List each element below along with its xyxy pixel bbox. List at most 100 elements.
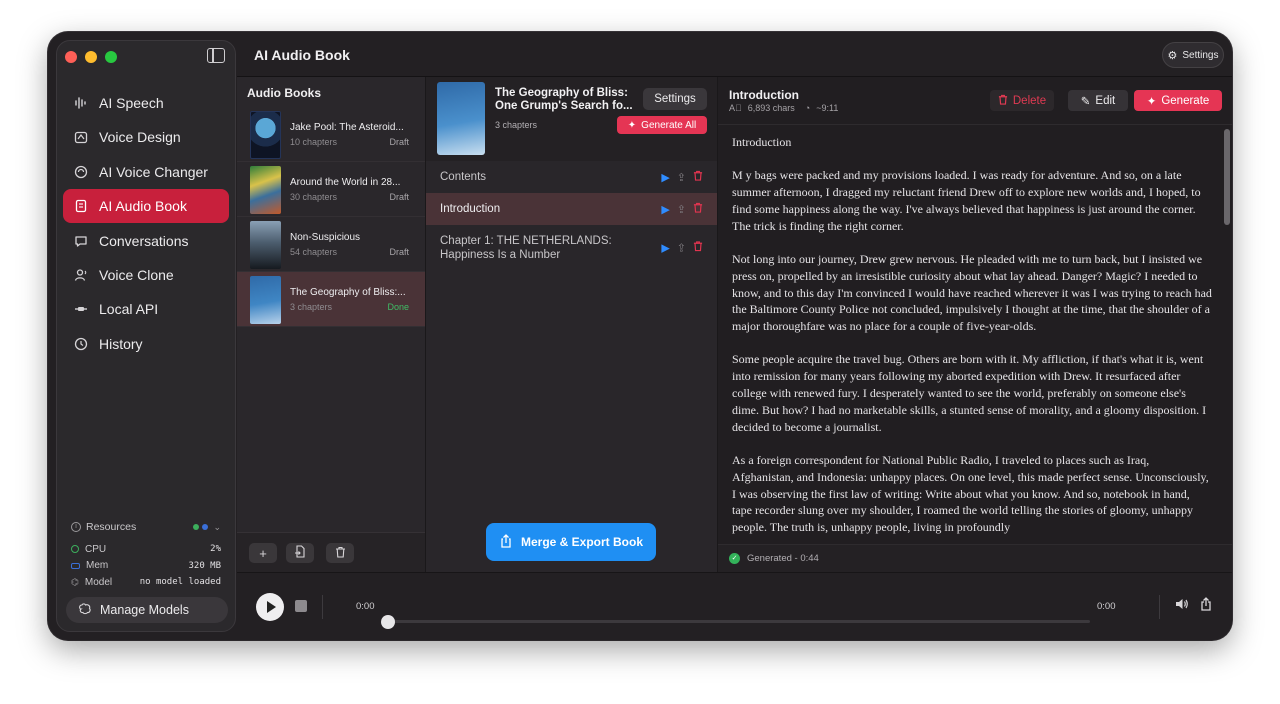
share-icon[interactable] — [1200, 597, 1212, 614]
mem-value: 320 MB — [188, 560, 221, 571]
chat-bubble-icon — [73, 233, 89, 249]
minimize-window-button[interactable] — [85, 51, 97, 63]
book-header: The Geography of Bliss: One Grump's Sear… — [426, 77, 717, 161]
mem-label: Mem — [86, 560, 109, 572]
chapter-item[interactable]: Introduction ▶ ⇪ — [426, 193, 717, 225]
book-cover — [250, 111, 281, 159]
book-title-line2: One Grump's Search fo... — [495, 100, 633, 112]
generate-all-button[interactable]: ✦ Generate All — [617, 116, 707, 134]
checkmark-icon: ✓ — [729, 553, 740, 564]
chapter-paragraph: Introduction — [732, 135, 792, 149]
sidebar-item-label: Voice Design — [99, 129, 181, 146]
chapter-label: Introduction — [440, 203, 501, 215]
sidebar-item-voice-design[interactable]: Voice Design — [63, 120, 229, 154]
edit-label: Edit — [1095, 94, 1116, 107]
chapter-item[interactable]: Contents ▶ ⇪ — [426, 161, 717, 193]
share-icon[interactable]: ⇪ — [677, 241, 686, 255]
generation-status-bar: ✓ Generated - 0:44 — [718, 544, 1232, 572]
sidebar-item-label: Conversations — [99, 232, 189, 249]
book-cover — [250, 166, 281, 214]
trash-icon — [335, 546, 346, 561]
chapter-paragraph: Some people acquire the travel bug. Othe… — [732, 352, 1207, 434]
book-settings-button[interactable]: Settings — [643, 88, 707, 110]
share-icon[interactable]: ⇪ — [677, 203, 686, 216]
voice-design-icon — [73, 129, 89, 145]
chapter-label: Contents — [440, 171, 487, 183]
import-file-icon — [294, 545, 306, 561]
manage-models-button[interactable]: Manage Models — [66, 597, 228, 623]
settings-label: Settings — [1182, 49, 1219, 61]
sidebar-item-conversations[interactable]: Conversations — [63, 224, 229, 258]
current-time: 0:00 — [356, 601, 375, 612]
sidebar-item-label: AI Audio Book — [99, 198, 187, 215]
close-window-button[interactable] — [65, 51, 77, 63]
sidebar: AI Speech Voice Design AI Voice Changer … — [56, 40, 236, 632]
waveform-icon — [73, 95, 89, 111]
total-time: 0:00 — [1097, 601, 1116, 612]
chapter-item[interactable]: Chapter 1: THE NETHERLANDS: Happiness Is… — [426, 225, 717, 271]
audio-books-header: Audio Books — [247, 86, 321, 100]
voice-changer-icon — [73, 164, 89, 180]
book-chapter-count: 3 chapters — [290, 302, 333, 312]
delete-button[interactable]: Delete — [990, 90, 1054, 111]
person-voice-icon — [73, 267, 89, 283]
resources-panel: i Resources ⌄ CPU 2% Mem 320 MB ⌬ Model no… — [71, 521, 221, 591]
info-icon: i — [71, 522, 81, 532]
volume-icon[interactable] — [1175, 598, 1189, 613]
book-chapter-count: 3 chapters — [495, 120, 538, 130]
status-badge: Draft — [389, 247, 409, 257]
chapters-panel: The Geography of Bliss: One Grump's Sear… — [425, 77, 717, 572]
play-icon[interactable]: ▶ — [661, 171, 669, 184]
import-book-button[interactable] — [286, 543, 314, 563]
trash-icon[interactable] — [693, 241, 703, 256]
settings-button[interactable]: ⚙ Settings — [1162, 42, 1224, 68]
list-item[interactable]: Non-Suspicious 54 chapters Draft — [237, 217, 425, 272]
export-icon — [499, 533, 513, 551]
stop-button[interactable] — [295, 600, 307, 612]
text-size-icon: A⃒ — [729, 103, 742, 113]
chapter-text[interactable]: Introduction M y bags were packed and my… — [732, 134, 1212, 542]
sidebar-item-ai-voice-changer[interactable]: AI Voice Changer — [63, 155, 229, 189]
sidebar-item-ai-speech[interactable]: AI Speech — [63, 86, 229, 120]
sidebar-toggle-icon[interactable] — [207, 48, 225, 63]
scrollbar[interactable] — [1224, 129, 1230, 225]
manage-models-label: Manage Models — [100, 603, 189, 617]
sidebar-item-local-api[interactable]: Local API — [63, 292, 229, 326]
list-item[interactable]: Around the World in 28... 30 chapters Dr… — [237, 162, 425, 217]
cpu-row: CPU 2% — [71, 541, 221, 558]
edit-button[interactable]: ✎ Edit — [1068, 90, 1128, 111]
resources-label: Resources — [86, 521, 137, 533]
progress-track[interactable] — [382, 620, 1090, 623]
generate-all-label: Generate All — [641, 119, 697, 131]
trash-icon[interactable] — [693, 170, 703, 184]
share-icon[interactable]: ⇪ — [677, 171, 686, 184]
sidebar-item-voice-clone[interactable]: Voice Clone — [63, 258, 229, 292]
play-button[interactable] — [256, 593, 284, 621]
sidebar-item-history[interactable]: History — [63, 327, 229, 361]
trash-icon[interactable] — [693, 202, 703, 216]
zoom-window-button[interactable] — [105, 51, 117, 63]
status-badge: Done — [387, 302, 409, 312]
merge-export-button[interactable]: Merge & Export Book — [486, 523, 656, 561]
list-item[interactable]: Jake Pool: The Asteroid... 10 chapters D… — [237, 107, 425, 162]
generate-button[interactable]: ✦ Generate — [1134, 90, 1222, 111]
delete-book-button[interactable] — [326, 543, 354, 563]
player-divider — [322, 595, 323, 619]
cpu-icon — [71, 545, 79, 554]
add-book-button[interactable]: + — [249, 543, 277, 563]
memory-icon — [71, 562, 80, 569]
sidebar-item-ai-audio-book[interactable]: AI Audio Book — [63, 189, 229, 224]
book-icon — [73, 198, 89, 214]
clock-icon — [73, 336, 89, 352]
play-icon[interactable]: ▶ — [661, 241, 669, 255]
estimated-duration: ~9:11 — [816, 103, 839, 113]
page-title: AI Audio Book — [254, 47, 350, 63]
chapter-meta: A⃒ 6,893 chars ◔ ~9:11 — [729, 103, 838, 113]
resources-header[interactable]: i Resources ⌄ — [71, 521, 221, 533]
progress-handle[interactable] — [381, 615, 395, 629]
book-chapter-count: 30 chapters — [290, 192, 338, 202]
list-item[interactable]: The Geography of Bliss:... 3 chapters Do… — [237, 272, 425, 327]
book-title: The Geography of Bliss:... — [290, 287, 406, 298]
play-icon[interactable]: ▶ — [661, 203, 669, 216]
status-badge: Draft — [389, 192, 409, 202]
